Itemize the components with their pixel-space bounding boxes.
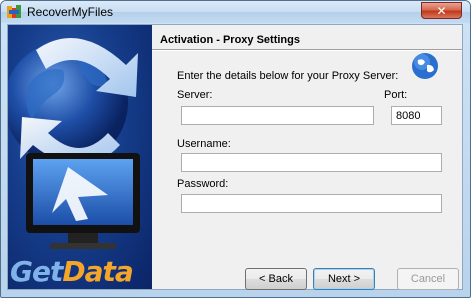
heading-divider <box>152 49 462 51</box>
username-label: Username: <box>177 138 231 150</box>
password-input[interactable] <box>181 194 442 213</box>
server-input[interactable] <box>181 106 374 125</box>
getdata-brand-logo: GetData <box>10 255 134 288</box>
intro-text: Enter the details below for your Proxy S… <box>177 70 399 82</box>
close-icon: ✕ <box>436 3 447 18</box>
password-label: Password: <box>177 178 229 190</box>
recovermyfiles-logo-icon <box>7 5 21 18</box>
title-bar[interactable]: RecoverMyFiles ✕ <box>1 1 470 23</box>
window-title: RecoverMyFiles <box>27 5 114 19</box>
proxy-settings-panel: Activation - Proxy Settings Enter the de… <box>152 25 462 290</box>
close-button[interactable]: ✕ <box>421 2 462 19</box>
activation-window: RecoverMyFiles ✕ GetData Activation - Pr… <box>0 0 471 298</box>
page-title: Activation - Proxy Settings <box>160 34 300 46</box>
globe-monitor-illustration <box>8 38 140 249</box>
globe-icon <box>412 53 438 79</box>
port-input[interactable] <box>391 106 442 125</box>
side-banner-image: GetData <box>8 25 152 289</box>
dialog-client-area: GetData Activation - Proxy Settings Ente… <box>7 24 463 290</box>
server-label: Server: <box>177 89 213 101</box>
back-button[interactable]: < Back <box>245 268 307 290</box>
cancel-button[interactable]: Cancel <box>397 268 459 290</box>
next-button[interactable]: Next > <box>313 268 375 290</box>
port-label: Port: <box>384 89 408 101</box>
username-input[interactable] <box>181 153 442 172</box>
